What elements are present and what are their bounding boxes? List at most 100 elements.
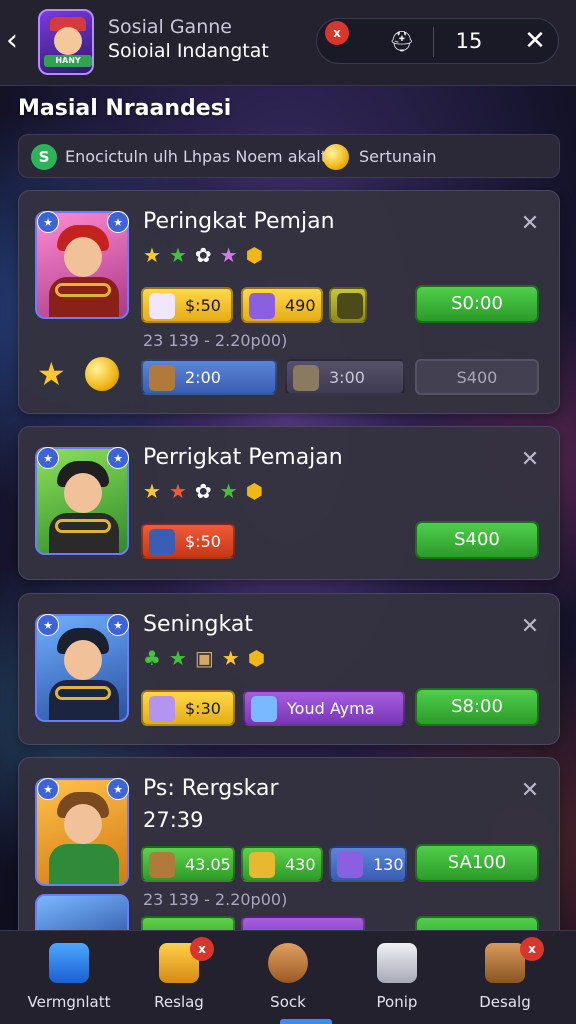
- item-count: 15: [455, 29, 483, 53]
- chip-value: 130: [373, 855, 404, 874]
- reward-chip[interactable]: $:50: [141, 287, 233, 323]
- reward-chip[interactable]: Youd Ayma: [243, 690, 405, 726]
- star-icon: ★: [143, 243, 161, 267]
- tier-badge-icon: ★: [37, 447, 59, 469]
- nav-badge: x: [190, 937, 214, 961]
- nav-label: Vermgnlatt: [27, 993, 111, 1011]
- star-icon: ★: [168, 646, 187, 670]
- avatar-head: [64, 640, 102, 680]
- offer-card[interactable]: ★ ★ Seningkat ✕ ♣ ★ ▣ ★ ⬢ $:30 Youd Ayma…: [18, 593, 560, 745]
- card-title: Seningkat: [143, 612, 253, 637]
- offer-card[interactable]: ★ ★ Perrigkat Pemajan ✕ ★ ★ ✿ ★ ⬢ $:50 S…: [18, 426, 560, 580]
- star-icon: ★: [219, 479, 238, 503]
- option-chip[interactable]: 3:00: [285, 359, 405, 395]
- leaf-icon: [249, 852, 275, 878]
- crate-icon: [485, 943, 525, 983]
- info-action-link[interactable]: Sertunain: [359, 147, 437, 166]
- chip-value: $:50: [185, 532, 221, 551]
- option-chip[interactable]: 2:00: [141, 359, 277, 395]
- cube-icon: ▣: [194, 646, 214, 670]
- active-tab-indicator: [280, 1019, 332, 1024]
- nav-item-reslag[interactable]: x Reslag: [124, 931, 234, 1024]
- gem-icon: ⬢: [245, 479, 264, 503]
- nav-item-ponip[interactable]: Ponip: [342, 931, 452, 1024]
- nav-badge: x: [520, 937, 544, 961]
- avatar-head: [64, 473, 102, 513]
- star-icon: ★: [219, 243, 238, 267]
- reward-chip[interactable]: $:30: [141, 690, 235, 726]
- card-title: Ps: Rergskar: [143, 776, 279, 801]
- nav-item-sock[interactable]: Sock: [233, 931, 343, 1024]
- close-icon[interactable]: ✕: [519, 780, 541, 802]
- coin-icon: [323, 144, 349, 170]
- buy-button[interactable]: S400: [415, 521, 539, 559]
- tier-badge-icon: ★: [37, 211, 59, 233]
- avatar-chain: [55, 519, 111, 533]
- star-icon: ★: [37, 355, 66, 393]
- tier-badge-icon: ★: [107, 447, 129, 469]
- tier-badge-icon: ★: [107, 211, 129, 233]
- flower-icon: ✿: [194, 479, 212, 503]
- app-subtitle: Soioial Indangtat: [108, 40, 269, 62]
- flower-icon: ✿: [194, 243, 212, 267]
- reward-chip[interactable]: 490: [241, 287, 323, 323]
- close-icon[interactable]: ✕: [519, 616, 541, 638]
- option-chip[interactable]: S400: [415, 359, 539, 395]
- section-title: Masial Nraandesi: [18, 96, 232, 121]
- header-bar: ‹ HANY Sosial Ganne Soioial Indangtat x …: [0, 0, 576, 86]
- nav-item-desalg[interactable]: x Desalg: [450, 931, 560, 1024]
- star-icon: ★: [168, 243, 187, 267]
- chip-value: 490: [285, 296, 316, 315]
- rating-stars: ♣ ★ ▣ ★ ⬢: [143, 646, 265, 670]
- avatar-body: [49, 844, 119, 884]
- gem-icon: ⬢: [247, 646, 266, 670]
- close-icon[interactable]: ✕: [519, 449, 541, 471]
- app-title: Sosial Ganne: [108, 16, 232, 38]
- squirrel-icon: [268, 943, 308, 983]
- shield-icon: [149, 529, 175, 555]
- star-icon: ★: [143, 479, 161, 503]
- card-meta: 23 139 - 2.20p00): [143, 331, 288, 350]
- nav-item-vermgnlatt[interactable]: Vermgnlatt: [14, 931, 124, 1024]
- header-status-pill: x ⛑ 15 ✕: [316, 18, 559, 64]
- buy-button[interactable]: SA100: [415, 844, 539, 882]
- info-bar[interactable]: S Enocictuln ulh Lhpas Noem akalt Sertun…: [18, 134, 560, 178]
- card-meta: 23 139 - 2.20p00): [143, 890, 288, 909]
- notification-badge[interactable]: x: [325, 21, 349, 45]
- chip-value: 2:00: [185, 368, 221, 387]
- nav-label: Ponip: [376, 993, 418, 1011]
- chip-value: Youd Ayma: [287, 699, 375, 718]
- reward-chip[interactable]: 43.05: [141, 846, 235, 882]
- back-arrow-icon[interactable]: ‹: [6, 26, 28, 56]
- card-title: Perrigkat Pemajan: [143, 445, 343, 470]
- reward-chip[interactable]: $:50: [141, 523, 235, 559]
- arrow-icon: [249, 293, 275, 319]
- buy-button[interactable]: S0:00: [415, 285, 539, 323]
- avatar-chain: [55, 283, 111, 297]
- box-icon: [293, 365, 319, 391]
- star-icon: ★: [168, 479, 187, 503]
- buy-button[interactable]: S8:00: [415, 688, 539, 726]
- close-icon[interactable]: ✕: [521, 27, 549, 55]
- feather-chip[interactable]: [329, 287, 367, 323]
- card-title: Peringkat Pemjan: [143, 209, 335, 234]
- close-icon[interactable]: ✕: [519, 213, 541, 235]
- logo-face: [54, 27, 82, 55]
- offer-card[interactable]: ★ ★ Peringkat Pemjan ✕ ★ ★ ✿ ★ ⬢ $:50 49…: [18, 190, 560, 414]
- coin-icon: [85, 357, 119, 391]
- nav-label: Reslag: [154, 993, 204, 1011]
- reward-chip[interactable]: 130: [329, 846, 407, 882]
- chip-value: 430: [285, 855, 316, 874]
- logo-text: HANY: [44, 55, 92, 67]
- box-icon: [149, 852, 175, 878]
- reward-chip[interactable]: 430: [241, 846, 323, 882]
- chip-value: $:50: [185, 296, 221, 315]
- avatar-head: [64, 237, 102, 277]
- avatar-chain: [55, 686, 111, 700]
- feather-icon: [337, 293, 363, 319]
- helmet-icon[interactable]: ⛑: [389, 29, 414, 53]
- level-text: 27:39: [143, 808, 204, 832]
- offer-card[interactable]: ★ ★ Ps: Rergskar ✕ 27:39 43.05 430 130 S…: [18, 757, 560, 954]
- dice-icon: [149, 293, 175, 319]
- avatar-head: [64, 804, 102, 844]
